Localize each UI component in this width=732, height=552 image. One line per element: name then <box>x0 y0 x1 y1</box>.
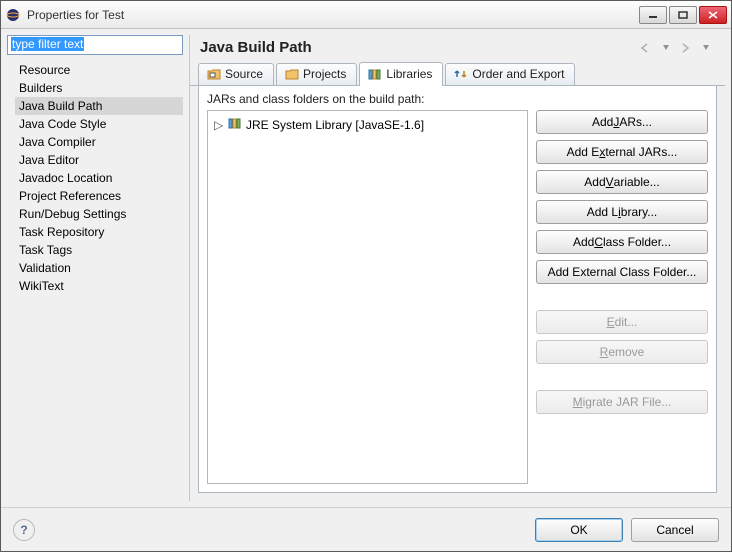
tab-source[interactable]: Source <box>198 63 274 85</box>
tree-item[interactable]: ▷ JRE System Library [JavaSE-1.6] <box>212 115 523 134</box>
add-library-button[interactable]: Add Library... <box>536 200 708 224</box>
remove-button: Remove <box>536 340 708 364</box>
tab-label: Source <box>225 67 263 81</box>
window-title: Properties for Test <box>27 8 637 22</box>
sidebar-item-java-editor[interactable]: Java Editor <box>15 151 183 169</box>
edit-button: Edit... <box>536 310 708 334</box>
sidebar-item-task-tags[interactable]: Task Tags <box>15 241 183 259</box>
sidebar-item-run-debug-settings[interactable]: Run/Debug Settings <box>15 205 183 223</box>
sidebar-item-resource[interactable]: Resource <box>15 61 183 79</box>
build-path-row: ▷ JRE System Library [JavaSE-1.6] Add JAR… <box>207 110 708 484</box>
category-list: ResourceBuildersJava Build PathJava Code… <box>7 55 183 501</box>
source-folder-icon <box>207 68 221 80</box>
sidebar-item-java-build-path[interactable]: Java Build Path <box>15 97 183 115</box>
sidebar-item-project-references[interactable]: Project References <box>15 187 183 205</box>
filter-input[interactable]: type filter text <box>7 35 183 55</box>
main-header: Java Build Path <box>190 35 725 62</box>
sidebar-item-javadoc-location[interactable]: Javadoc Location <box>15 169 183 187</box>
dialog-window: Properties for Test type filter text Res… <box>0 0 732 552</box>
sidebar-item-java-code-style[interactable]: Java Code Style <box>15 115 183 133</box>
button-column: Add JARs... Add External JARs... Add Varia… <box>536 110 708 484</box>
libraries-icon <box>368 68 382 80</box>
sidebar-item-task-repository[interactable]: Task Repository <box>15 223 183 241</box>
sidebar: type filter text ResourceBuildersJava Bu… <box>7 35 183 501</box>
projects-icon <box>285 68 299 80</box>
build-path-label: JARs and class folders on the build path… <box>207 92 708 106</box>
cancel-button[interactable]: Cancel <box>631 518 719 542</box>
expand-icon[interactable]: ▷ <box>214 118 224 132</box>
dialog-footer: ? OK Cancel <box>1 507 731 551</box>
help-button[interactable]: ? <box>13 519 35 541</box>
tab-content: JARs and class folders on the build path… <box>198 86 717 493</box>
migrate-jar-file-button: Migrate JAR File... <box>536 390 708 414</box>
maximize-button[interactable] <box>669 6 697 24</box>
sidebar-item-builders[interactable]: Builders <box>15 79 183 97</box>
tab-projects[interactable]: Projects <box>276 63 357 85</box>
add-variable-button[interactable]: Add Variable... <box>536 170 708 194</box>
minimize-button[interactable] <box>639 6 667 24</box>
main-panel: Java Build Path Source Projects Libraries O… <box>189 35 725 501</box>
tab-bar: Source Projects Libraries Order and Export <box>190 62 725 86</box>
add-external-class-folder-button[interactable]: Add External Class Folder... <box>536 260 708 284</box>
add-jars-button[interactable]: Add JARs... <box>536 110 708 134</box>
tab-label: Libraries <box>386 67 432 81</box>
sidebar-item-validation[interactable]: Validation <box>15 259 183 277</box>
sidebar-item-wikitext[interactable]: WikiText <box>15 277 183 295</box>
add-class-folder-button[interactable]: Add Class Folder... <box>536 230 708 254</box>
tab-label: Projects <box>303 67 346 81</box>
library-icon <box>228 117 242 132</box>
order-export-icon <box>454 68 468 80</box>
tab-libraries[interactable]: Libraries <box>359 62 443 86</box>
back-menu[interactable] <box>657 40 675 56</box>
add-external-jars-button[interactable]: Add External JARs... <box>536 140 708 164</box>
titlebar: Properties for Test <box>1 1 731 29</box>
forward-button[interactable] <box>677 40 695 56</box>
window-buttons <box>637 6 727 24</box>
dialog-body: type filter text ResourceBuildersJava Bu… <box>1 29 731 507</box>
forward-menu[interactable] <box>697 40 715 56</box>
page-title: Java Build Path <box>200 39 635 56</box>
tab-label: Order and Export <box>472 67 564 81</box>
eclipse-icon <box>5 7 21 23</box>
ok-button[interactable]: OK <box>535 518 623 542</box>
tab-order-and-export[interactable]: Order and Export <box>445 63 575 85</box>
tree-item-label: JRE System Library [JavaSE-1.6] <box>246 118 424 132</box>
sidebar-item-java-compiler[interactable]: Java Compiler <box>15 133 183 151</box>
classpath-tree[interactable]: ▷ JRE System Library [JavaSE-1.6] <box>207 110 528 484</box>
close-button[interactable] <box>699 6 727 24</box>
back-button[interactable] <box>637 40 655 56</box>
